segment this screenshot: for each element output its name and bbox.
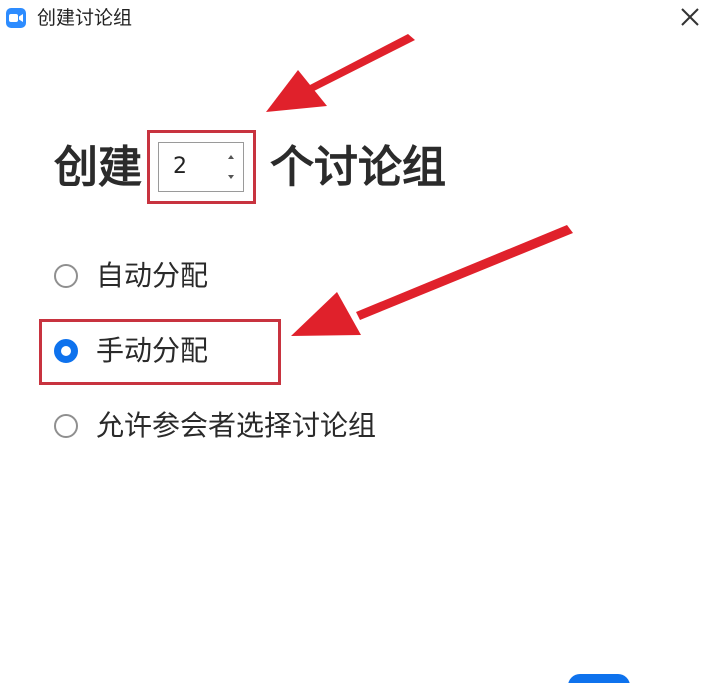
stepper-decrement-button[interactable] xyxy=(224,169,238,183)
heading-prefix: 创建 xyxy=(54,142,142,193)
radio-option-auto-assign[interactable]: 自动分配 xyxy=(54,258,234,298)
heading-suffix: 个讨论组 xyxy=(270,142,446,193)
stepper-increment-button[interactable] xyxy=(224,149,238,163)
caret-down-icon xyxy=(228,175,234,179)
close-icon xyxy=(681,8,699,26)
close-button[interactable] xyxy=(674,4,706,32)
room-count-stepper[interactable]: 2 xyxy=(158,142,244,192)
caret-up-icon xyxy=(228,155,234,159)
radio-button[interactable] xyxy=(54,414,78,438)
arrow-to-manual-option-icon xyxy=(291,225,573,336)
zoom-camera-icon xyxy=(6,8,26,28)
radio-label: 手动分配 xyxy=(96,334,209,367)
radio-button[interactable] xyxy=(54,264,78,288)
window-title: 创建讨论组 xyxy=(37,7,133,29)
arrow-to-stepper-icon xyxy=(266,34,415,112)
radio-option-self-select[interactable]: 允许参会者选择讨论组 xyxy=(54,408,414,448)
create-breakout-rooms-dialog: 创建讨论组 创建 2 个讨论组 自动分配 手动分配 允许参会者选择讨论组 xyxy=(0,0,720,683)
create-button[interactable] xyxy=(568,674,630,683)
title-bar: 创建讨论组 xyxy=(0,0,720,36)
radio-label: 允许参会者选择讨论组 xyxy=(96,409,377,442)
radio-label: 自动分配 xyxy=(96,259,209,292)
room-count-value[interactable]: 2 xyxy=(173,153,187,181)
radio-button-selected[interactable] xyxy=(54,339,78,363)
radio-option-manual-assign[interactable]: 手动分配 xyxy=(54,333,234,373)
